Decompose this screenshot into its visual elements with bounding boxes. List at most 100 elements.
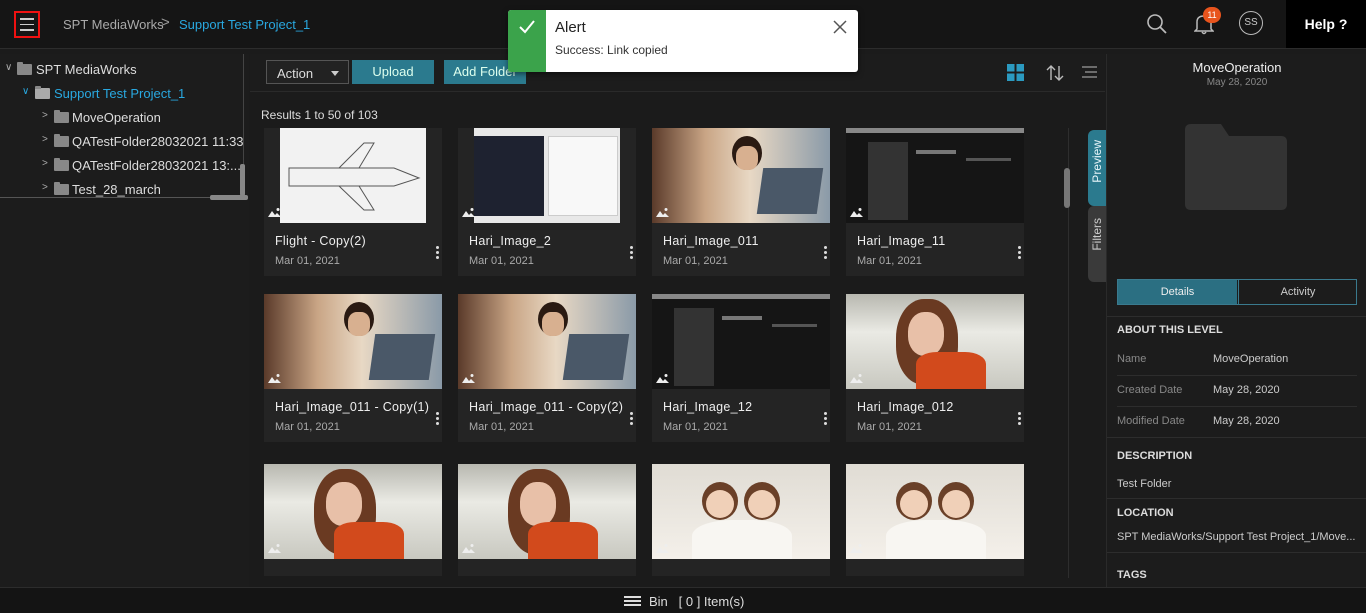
tree-item-folder[interactable]: MoveOperation — [72, 110, 161, 125]
notification-badge: 11 — [1203, 7, 1221, 23]
bin-menu-icon[interactable] — [624, 596, 641, 608]
grid-scrollbar[interactable] — [1064, 168, 1070, 208]
chevron-right-icon[interactable]: > — [42, 134, 48, 145]
more-options-icon[interactable] — [824, 246, 827, 261]
more-options-icon[interactable] — [630, 246, 633, 261]
image-type-icon — [268, 374, 281, 383]
image-type-icon — [850, 374, 863, 383]
asset-thumbnail[interactable] — [458, 128, 636, 223]
tree-item-folder[interactable]: QATestFolder28032021 13:... — [72, 158, 241, 173]
details-panel: MoveOperation May 28, 2020 Details Activ… — [1106, 54, 1366, 587]
tab-preview[interactable]: Preview — [1088, 130, 1106, 206]
chevron-right-icon[interactable]: > — [42, 158, 48, 169]
more-options-icon[interactable] — [824, 412, 827, 427]
asset-thumbnail[interactable] — [458, 294, 636, 389]
tab-filters[interactable]: Filters — [1088, 206, 1106, 282]
tree-viewport: ∨ SPT MediaWorks ∨ Support Test Project_… — [0, 54, 244, 198]
asset-thumbnail[interactable] — [652, 294, 830, 389]
image-type-icon — [462, 374, 475, 383]
location-heading: LOCATION — [1117, 507, 1174, 519]
action-dropdown[interactable]: Action — [266, 60, 349, 84]
asset-thumbnail[interactable] — [846, 294, 1024, 389]
asset-date: Mar 01, 2021 — [857, 421, 922, 433]
image-type-icon — [850, 208, 863, 217]
tree-item-folder[interactable]: QATestFolder28032021 11:33 — [72, 134, 244, 149]
tree-item-root[interactable]: SPT MediaWorks — [36, 62, 137, 77]
help-button[interactable]: Help ? — [1286, 0, 1366, 48]
asset-title[interactable]: Hari_Image_012 — [857, 400, 954, 414]
asset-title[interactable]: Hari_Image_011 — [663, 234, 759, 248]
chevron-right-icon[interactable]: > — [42, 182, 48, 193]
tree-item-folder[interactable]: Test_28_march — [72, 182, 161, 197]
asset-card[interactable]: Flight - Copy(2) Mar 01, 2021 — [264, 128, 442, 276]
folder-tree: ∨ SPT MediaWorks ∨ Support Test Project_… — [0, 54, 249, 587]
asset-card[interactable]: Hari_Image_11 Mar 01, 2021 — [846, 128, 1024, 276]
tree-item-project[interactable]: Support Test Project_1 — [54, 86, 185, 101]
asset-title[interactable]: Hari_Image_12 — [663, 400, 752, 414]
asset-title[interactable]: Hari_Image_011 - Copy(2) — [469, 400, 623, 414]
asset-thumbnail[interactable] — [846, 128, 1024, 223]
image-type-icon — [656, 374, 669, 383]
alert-title: Alert — [555, 19, 586, 36]
asset-thumbnail[interactable] — [652, 128, 830, 223]
bin-bar[interactable]: Bin [ 0 ] Item(s) — [0, 587, 1366, 613]
sort-icon[interactable] — [1046, 64, 1064, 82]
tab-activity[interactable]: Activity — [1238, 280, 1357, 304]
asset-title[interactable]: Hari_Image_11 — [857, 234, 945, 248]
bin-status: Bin [ 0 ] Item(s) — [649, 594, 744, 609]
location-value: SPT MediaWorks/Support Test Project_1/Mo… — [1117, 531, 1356, 543]
check-icon — [519, 20, 535, 34]
tree-horizontal-scrollbar[interactable] — [210, 195, 248, 200]
asset-date: Mar 01, 2021 — [275, 255, 340, 267]
alert-status-strip — [508, 10, 546, 72]
folder-icon — [54, 158, 69, 171]
asset-card[interactable]: Hari_Image_011 - Copy(2) Mar 01, 2021 — [458, 294, 636, 442]
more-options-icon[interactable] — [630, 412, 633, 427]
close-icon[interactable] — [833, 20, 847, 34]
asset-date: Mar 01, 2021 — [469, 255, 534, 267]
asset-date: Mar 01, 2021 — [857, 255, 922, 267]
asset-card[interactable]: Hari_Image_2 Mar 01, 2021 — [458, 128, 636, 276]
more-options-icon[interactable] — [436, 246, 439, 261]
grid-view-icon[interactable] — [1007, 64, 1024, 81]
folder-icon — [17, 62, 32, 75]
breadcrumb-current[interactable]: Support Test Project_1 — [179, 17, 310, 32]
asset-title[interactable]: Hari_Image_2 — [469, 234, 551, 248]
upload-button[interactable]: Upload — [352, 60, 434, 84]
user-avatar[interactable]: SS — [1239, 11, 1263, 35]
chevron-down-icon[interactable]: ∨ — [5, 62, 12, 73]
asset-card[interactable] — [846, 464, 1024, 576]
selected-item-name: MoveOperation — [1192, 60, 1282, 75]
asset-thumbnail[interactable] — [264, 128, 442, 223]
more-options-icon[interactable] — [436, 412, 439, 427]
tree-vertical-scrollbar[interactable] — [240, 164, 245, 196]
asset-card[interactable]: Hari_Image_12 Mar 01, 2021 — [652, 294, 830, 442]
asset-card[interactable]: Hari_Image_012 Mar 01, 2021 — [846, 294, 1024, 442]
hamburger-menu-icon[interactable] — [14, 11, 40, 38]
results-count: Results 1 to 50 of 103 — [261, 108, 378, 122]
tab-filters-label: Filters — [1090, 218, 1104, 251]
asset-title[interactable]: Flight - Copy(2) — [275, 234, 366, 248]
folder-preview-icon — [1185, 124, 1287, 210]
breadcrumb-root[interactable]: SPT MediaWorks — [63, 17, 164, 32]
name-value: MoveOperation — [1213, 353, 1289, 365]
asset-card[interactable]: Hari_Image_011 Mar 01, 2021 — [652, 128, 830, 276]
tab-details[interactable]: Details — [1118, 280, 1237, 304]
asset-thumbnail[interactable] — [652, 464, 830, 559]
asset-title[interactable]: Hari_Image_011 - Copy(1) — [275, 400, 429, 414]
asset-thumbnail[interactable] — [846, 464, 1024, 559]
more-options-icon[interactable] — [1018, 246, 1021, 261]
asset-card[interactable] — [652, 464, 830, 576]
asset-card[interactable]: Hari_Image_011 - Copy(1) Mar 01, 2021 — [264, 294, 442, 442]
more-options-icon[interactable] — [1018, 412, 1021, 427]
search-icon[interactable] — [1146, 13, 1168, 35]
asset-card[interactable] — [458, 464, 636, 576]
asset-thumbnail[interactable] — [264, 464, 442, 559]
asset-card[interactable] — [264, 464, 442, 576]
list-view-icon[interactable] — [1081, 64, 1097, 80]
created-date-label: Created Date — [1117, 384, 1183, 396]
chevron-down-icon[interactable]: ∨ — [22, 86, 29, 97]
asset-thumbnail[interactable] — [458, 464, 636, 559]
chevron-right-icon[interactable]: > — [42, 110, 48, 121]
asset-thumbnail[interactable] — [264, 294, 442, 389]
